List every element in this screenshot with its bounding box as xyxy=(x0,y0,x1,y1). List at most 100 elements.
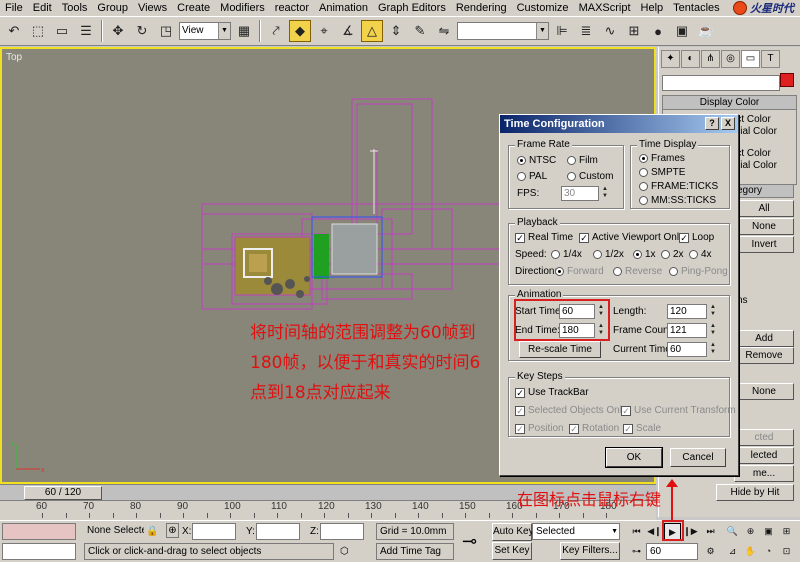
use-trackbar-checkbox[interactable]: ✓ Use TrackBar xyxy=(515,387,589,398)
link-icon[interactable]: ⤤ xyxy=(265,20,287,42)
layer-manager-icon[interactable]: ≣ xyxy=(575,20,597,42)
zoom-extents-icon[interactable]: ▣ xyxy=(760,523,777,540)
spinner-arrows-icon[interactable]: ▲ ▼ xyxy=(600,186,610,201)
speed-1x-radio[interactable]: 1x xyxy=(633,249,656,260)
hide-by-name-button[interactable]: me... xyxy=(734,465,794,482)
key-mode-toggle-icon[interactable]: ⊶ xyxy=(628,543,645,560)
speed-half-radio[interactable]: 1/2x xyxy=(593,249,624,260)
reverse-radio[interactable]: Reverse xyxy=(613,266,662,277)
x-coordinate-field[interactable] xyxy=(192,523,236,540)
key-filters-button[interactable]: Key Filters... xyxy=(560,542,620,560)
zoom-icon[interactable]: 🔍 xyxy=(724,523,741,540)
material-editor-icon[interactable]: ● xyxy=(647,20,669,42)
select-region-icon[interactable]: ▭ xyxy=(51,20,73,42)
spinner-arrows-icon[interactable]: ▲ ▼ xyxy=(708,342,718,357)
length-spinner[interactable]: 120 ▲ ▼ xyxy=(667,304,716,319)
utilities-tab-icon[interactable]: T xyxy=(761,50,780,68)
render-scene-icon[interactable]: ▣ xyxy=(671,20,693,42)
key-mode-select[interactable]: Selected ▼ xyxy=(532,523,620,540)
none-button[interactable]: None xyxy=(734,383,794,400)
zoom-extents-all-icon[interactable]: ⊞ xyxy=(778,523,795,540)
selected-only-checkbox[interactable]: ✓ Selected Objects Only xyxy=(515,405,627,416)
zoom-all-icon[interactable]: ⊕ xyxy=(742,523,759,540)
smpte-radio[interactable]: SMPTE xyxy=(639,167,685,178)
speed-quarter-radio[interactable]: 1/4x xyxy=(551,249,582,260)
hide-invert-button[interactable]: Invert xyxy=(734,236,794,253)
menu-item-tentacles[interactable]: Tentacles xyxy=(668,0,724,16)
position-checkbox[interactable]: ✓ Position xyxy=(515,423,564,434)
menu-item-create[interactable]: Create xyxy=(172,0,215,16)
previous-frame-icon[interactable]: ◀❙ xyxy=(646,523,663,540)
spinner-snap-icon[interactable]: ⇕ xyxy=(385,20,407,42)
select-and-manipulate-icon[interactable]: ◆ xyxy=(289,20,311,42)
motion-tab-icon[interactable]: ◎ xyxy=(721,50,740,68)
hide-by-hit-button[interactable]: Hide by Hit xyxy=(716,484,794,501)
scale-checkbox[interactable]: ✓ Scale xyxy=(623,423,661,434)
frame-ticks-radio[interactable]: FRAME:TICKS xyxy=(639,181,718,192)
object-name-field[interactable] xyxy=(662,75,780,91)
angle-snap-icon[interactable]: ∡ xyxy=(337,20,359,42)
menu-item-tools[interactable]: Tools xyxy=(57,0,93,16)
help-button[interactable]: ? xyxy=(705,117,719,130)
current-time-spinner[interactable]: 60 ▲ ▼ xyxy=(667,342,716,357)
rotation-checkbox[interactable]: ✓ Rotation xyxy=(569,423,619,434)
snap-toggle-icon[interactable]: ⌖ xyxy=(313,20,335,42)
menu-item-rendering[interactable]: Rendering xyxy=(451,0,512,16)
film-radio[interactable]: Film xyxy=(567,155,598,166)
forward-radio[interactable]: Forward xyxy=(555,266,604,277)
go-to-end-icon[interactable]: ⏭ xyxy=(702,523,719,540)
category-header[interactable]: egory xyxy=(734,184,794,198)
menu-item-graph-editors[interactable]: Graph Editors xyxy=(373,0,451,16)
percent-snap-icon[interactable]: △ xyxy=(361,20,383,42)
move-icon[interactable]: ✥ xyxy=(107,20,129,42)
menu-item-views[interactable]: Views xyxy=(133,0,172,16)
mm-ss-ticks-radio[interactable]: MM:SS:TICKS xyxy=(639,195,716,206)
hide-all-button[interactable]: All xyxy=(734,200,794,217)
select-by-name-icon[interactable]: ☰ xyxy=(75,20,97,42)
menu-item-maxscript[interactable]: MAXScript xyxy=(574,0,636,16)
loop-checkbox[interactable]: ✓ Loop xyxy=(679,232,714,243)
rescale-time-button[interactable]: Re-scale Time xyxy=(519,341,601,358)
custom-radio[interactable]: Custom xyxy=(567,171,613,182)
absolute-mode-icon[interactable]: ⊕ xyxy=(166,523,179,538)
add-button[interactable]: Add xyxy=(734,330,794,347)
add-time-tag-button[interactable]: Add Time Tag xyxy=(376,543,454,560)
menu-item-animation[interactable]: Animation xyxy=(314,0,373,16)
display-tab-icon[interactable]: ▭ xyxy=(741,50,760,68)
set-key-icon[interactable]: ⊸ xyxy=(462,532,477,550)
maxscript-listener-mini[interactable] xyxy=(2,523,76,540)
speed-4x-radio[interactable]: 4x xyxy=(689,249,712,260)
create-tab-icon[interactable]: ✦ xyxy=(661,50,680,68)
menu-item-modifiers[interactable]: Modifiers xyxy=(215,0,270,16)
menu-item-group[interactable]: Group xyxy=(92,0,133,16)
menu-item-reactor[interactable]: reactor xyxy=(270,0,314,16)
spinner-arrows-icon[interactable]: ▲ ▼ xyxy=(708,323,718,338)
modify-tab-icon[interactable]: ◐ xyxy=(681,50,700,68)
named-selection-select[interactable]: ▼ xyxy=(457,22,549,40)
ping-pong-radio[interactable]: Ping-Pong xyxy=(669,266,728,277)
maxscript-output-mini[interactable] xyxy=(2,543,76,560)
rollout-title[interactable]: Display Color xyxy=(663,96,796,110)
auto-key-button[interactable]: Auto Key xyxy=(492,523,534,541)
quick-render-icon[interactable]: ☕ xyxy=(695,20,717,42)
set-key-button[interactable]: Set Key xyxy=(492,542,532,560)
hide-selected-button[interactable]: cted xyxy=(734,429,794,446)
field-of-view-icon[interactable]: ⊿ xyxy=(724,543,741,560)
ntsc-radio[interactable]: NTSC xyxy=(517,155,556,166)
menu-item-customize[interactable]: Customize xyxy=(512,0,574,16)
close-button[interactable]: X xyxy=(721,117,735,130)
maximize-viewport-icon[interactable]: ⊡ xyxy=(778,543,795,560)
spinner-arrows-icon[interactable]: ▲ ▼ xyxy=(708,304,718,319)
hierarchy-tab-icon[interactable]: ⋔ xyxy=(701,50,720,68)
y-coordinate-field[interactable] xyxy=(256,523,300,540)
menu-item-edit[interactable]: Edit xyxy=(28,0,57,16)
time-slider[interactable]: 60 / 120 xyxy=(24,486,102,500)
curve-editor-icon[interactable]: ∿ xyxy=(599,20,621,42)
schematic-view-icon[interactable]: ⊞ xyxy=(623,20,645,42)
pivot-icon[interactable]: ▦ xyxy=(233,20,255,42)
fps-spinner[interactable]: 30 ▲ ▼ xyxy=(561,186,608,201)
remove-button[interactable]: Remove xyxy=(734,347,794,364)
next-frame-icon[interactable]: ❙▶ xyxy=(682,523,699,540)
undo-icon[interactable]: ↶ xyxy=(3,20,25,42)
select-object-icon[interactable]: ⬚ xyxy=(27,20,49,42)
